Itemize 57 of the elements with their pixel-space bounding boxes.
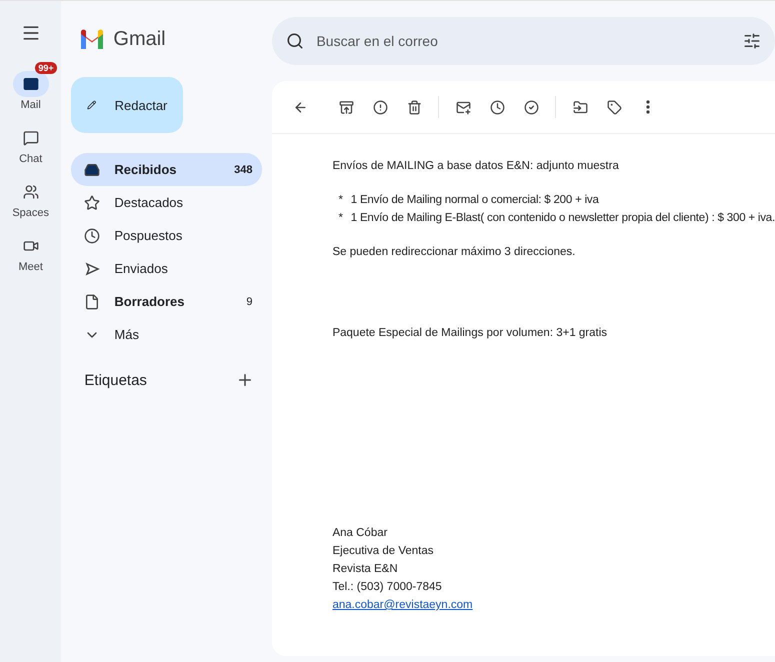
search-bar[interactable]: Buscar en el correo — [272, 17, 775, 65]
trash-icon — [406, 100, 422, 114]
bullet-text: 1 Envío de Mailing normal o comercial: $ 200 + iva — [350, 193, 599, 208]
more-icon — [646, 100, 650, 114]
folder-label: Borradores — [114, 294, 186, 309]
folder-label: Enviados — [114, 261, 169, 276]
star-icon — [84, 194, 100, 210]
signature-line: Tel.: (503) 7000-7845 — [332, 580, 443, 595]
rail-item[interactable]: Meet — [12, 233, 49, 273]
rail-label: Chat — [19, 153, 42, 165]
message-text: Se pueden redireccionar máximo 3 direcciones. — [332, 245, 576, 260]
folder-item[interactable]: Recibidos 348 — [71, 153, 262, 186]
folder-icon — [572, 100, 588, 114]
folder-item[interactable]: Más — [71, 318, 262, 351]
signature-line: Ana Cóbar — [332, 526, 388, 541]
folder-label: Pospuestos — [114, 228, 184, 243]
folder-item[interactable]: Pospuestos — [71, 219, 262, 252]
rail-label: Meet — [18, 261, 43, 273]
section-title: Etiquetas — [84, 372, 147, 388]
gmail-logo-icon — [79, 29, 106, 49]
signature-line: Ejecutiva de Ventas — [332, 544, 434, 559]
rail-item[interactable]: Spaces — [12, 179, 50, 219]
folder-label: Destacados — [114, 195, 184, 210]
file-icon — [84, 294, 100, 310]
bullet-mark: * — [338, 211, 343, 226]
folder-label: Más — [114, 327, 140, 342]
app-name: Gmail — [113, 28, 166, 50]
bullet-mark: * — [338, 193, 343, 208]
chat-icon — [22, 130, 39, 146]
compose-button[interactable]: Redactar — [71, 77, 184, 133]
folder-count: 9 — [246, 296, 252, 308]
people-icon — [22, 184, 39, 200]
clock-icon — [84, 228, 100, 244]
rail-item[interactable]: Chat — [12, 125, 49, 165]
search-field[interactable]: Buscar en el correo — [314, 32, 733, 50]
rail-label: Mail — [20, 99, 41, 111]
message-text: Paquete Especial de Mailings por volumen: 3+1 gratis — [332, 326, 608, 341]
filter-icon[interactable] — [743, 32, 761, 50]
alert-icon — [372, 100, 388, 114]
inbox-icon — [84, 162, 100, 178]
folder-item[interactable]: Destacados — [71, 186, 262, 219]
search-icon — [286, 32, 304, 50]
folder-count: 348 — [234, 164, 252, 176]
send-icon — [84, 260, 100, 276]
tag-icon — [606, 100, 622, 114]
unread-badge: 99+ — [35, 62, 57, 74]
signature-line: Revista E&N — [332, 562, 399, 577]
rail-label: Spaces — [12, 207, 50, 219]
bullet-text: 1 Envío de Mailing E-Blast( con contenido o newsletter propia del cliente) : $ 300 + iva. — [350, 211, 775, 226]
archive-icon — [338, 100, 354, 114]
folder-label: Recibidos — [114, 162, 178, 177]
folder-item[interactable]: Enviados — [71, 252, 262, 285]
email-link[interactable]: ana.cobar@revistaeyn.com — [332, 596, 473, 614]
folder-item[interactable]: Borradores 9 — [71, 285, 262, 318]
check-circle-icon — [524, 100, 539, 114]
clock-icon — [490, 100, 505, 114]
message-text: Envíos de MAILING a base datos E&N: adjunto muestra — [332, 159, 620, 174]
